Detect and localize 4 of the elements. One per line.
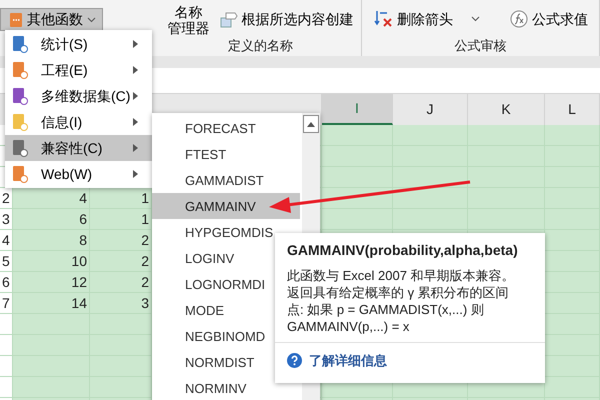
group-label: 定义的名称 (228, 38, 293, 53)
tooltip-title: GAMMAINV(probability,alpha,beta) (287, 241, 519, 260)
group-label: 公式审核 (454, 38, 506, 53)
tooltip-description: 此函数与 Excel 2007 和早期版本兼容。返回具有给定概率的 γ 累积分布的区间点: 如果 p = GAMMADIST(x,...) 则 GAMMAINV(p,...) = x (287, 267, 516, 335)
